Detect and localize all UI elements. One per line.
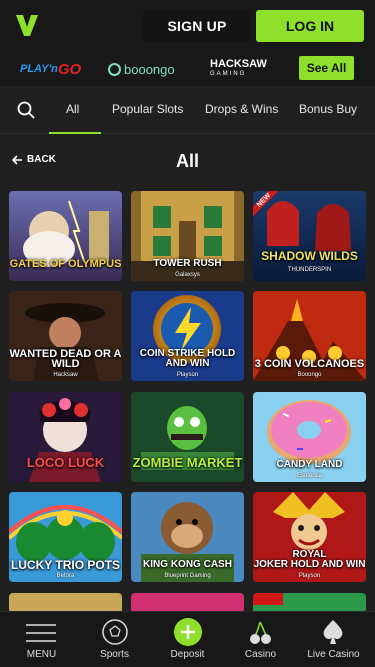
nav-deposit[interactable]: Deposit — [150, 612, 225, 667]
top-header: SIGN UP LOG IN — [0, 0, 375, 52]
plus-circle-icon — [174, 618, 202, 646]
tab-popular-slots[interactable]: Popular Slots — [112, 102, 183, 116]
game-title: LUCKY TRIO POTS — [10, 558, 121, 572]
brand-logo-icon[interactable] — [12, 10, 42, 40]
game-provider: Booongo — [297, 372, 322, 378]
game-tile[interactable]: CANDY LAND Esoterica — [253, 392, 366, 482]
game-tile[interactable]: 3 COIN VOLCANOES Booongo — [253, 291, 366, 381]
game-provider: Galaxsys — [175, 272, 200, 278]
game-provider: Esoterica — [296, 473, 322, 479]
game-tile[interactable]: GATES OF OLYMPUS — [9, 191, 122, 281]
nav-sports[interactable]: Sports — [77, 612, 152, 667]
game-provider: THUNDERSPIN — [287, 267, 332, 273]
nav-casino-label: Casino — [244, 649, 277, 660]
tab-drops-wins[interactable]: Drops & Wins — [205, 102, 278, 116]
game-provider: Hacksaw — [53, 372, 78, 378]
game-tile[interactable]: LOCO LUCK — [9, 392, 122, 482]
nav-deposit-label: Deposit — [170, 649, 205, 660]
active-tab-indicator — [49, 132, 101, 134]
provider-hacksaw-logo[interactable]: HACKSAW GAMING — [210, 58, 267, 78]
game-provider: Betora — [56, 573, 75, 579]
game-title: SHADOW WILDS — [261, 249, 358, 263]
game-title: 3 COIN VOLCANOES — [254, 358, 365, 370]
game-tile[interactable] — [9, 593, 122, 613]
booongo-ring-icon — [108, 62, 121, 76]
game-tile[interactable]: COIN STRIKE HOLD AND WIN Playson — [131, 291, 244, 381]
playngo-logo-part: GO — [57, 60, 82, 78]
playngo-logo-part: PLAY'n — [20, 63, 58, 75]
tab-all[interactable]: All — [66, 102, 79, 116]
game-title: TOWER RUSH — [153, 258, 222, 269]
game-title: ZOMBIE MARKET — [132, 455, 243, 470]
cherries-icon — [250, 621, 271, 644]
game-provider: Blueprint Gaming — [164, 573, 211, 579]
game-title: JOKER HOLD AND WIN — [253, 559, 366, 570]
see-all-providers-button[interactable]: See All — [299, 56, 354, 80]
provider-booongo-logo[interactable]: booongo — [108, 60, 175, 78]
game-title: CANDY LAND — [276, 459, 343, 470]
category-tabs: All Popular Slots Drops & Wins Bonus Buy — [0, 86, 375, 134]
search-icon[interactable] — [16, 100, 36, 120]
game-thumbnail — [9, 593, 122, 613]
game-tile[interactable] — [131, 593, 244, 613]
soccer-ball-icon — [102, 619, 128, 645]
game-tile[interactable]: KING KONG CASH Blueprint Gaming — [131, 492, 244, 582]
booongo-logo-text: booongo — [124, 61, 175, 77]
nav-sports-label: Sports — [100, 649, 129, 660]
signup-button[interactable]: SIGN UP — [143, 10, 251, 42]
game-tile[interactable]: ROYAL JOKER HOLD AND WIN Playson — [253, 492, 366, 582]
game-tile[interactable]: WANTED DEAD OR A WILD Hacksaw — [9, 291, 122, 381]
game-title: LOCO LUCK — [26, 455, 105, 470]
game-provider: Playson — [298, 573, 321, 579]
hacksaw-logo-subtext: GAMING — [210, 71, 247, 77]
nav-casino[interactable]: Casino — [223, 612, 298, 667]
nav-menu-label: MENU — [26, 649, 57, 660]
tab-bonus-buy[interactable]: Bonus Buy — [299, 102, 357, 116]
hamburger-menu-icon — [26, 624, 56, 642]
game-tile[interactable]: TOWER RUSH Galaxsys — [131, 191, 244, 281]
game-provider: Playson — [176, 372, 199, 378]
game-tile[interactable]: ZOMBIE MARKET — [131, 392, 244, 482]
page-title: All — [175, 151, 199, 171]
nav-live-casino-label: Live Casino — [307, 649, 360, 660]
game-title: GATES OF OLYMPUS — [9, 258, 122, 270]
game-title: KING KONG CASH — [143, 559, 232, 570]
provider-playngo-logo[interactable]: PLAY'n GO — [20, 60, 81, 78]
game-tile[interactable]: NEW SHADOW WILDS THUNDERSPIN — [253, 191, 366, 281]
game-tile[interactable] — [253, 593, 366, 613]
game-thumbnail — [131, 593, 244, 613]
nav-menu[interactable]: MENU — [4, 612, 79, 667]
login-button[interactable]: LOG IN — [256, 10, 364, 42]
bottom-navigation: MENU Sports Deposit Casino Live Casino — [0, 611, 375, 667]
game-tile[interactable]: LUCKY TRIO POTS Betora — [9, 492, 122, 582]
game-title: COIN STRIKE HOLD AND WIN — [139, 348, 236, 369]
hacksaw-logo-text: HACKSAW — [210, 58, 267, 70]
nav-live-casino[interactable]: Live Casino — [296, 612, 371, 667]
spade-icon — [323, 620, 343, 644]
game-title: WANTED DEAD OR A WILD — [9, 348, 122, 370]
game-thumbnail — [253, 593, 366, 613]
